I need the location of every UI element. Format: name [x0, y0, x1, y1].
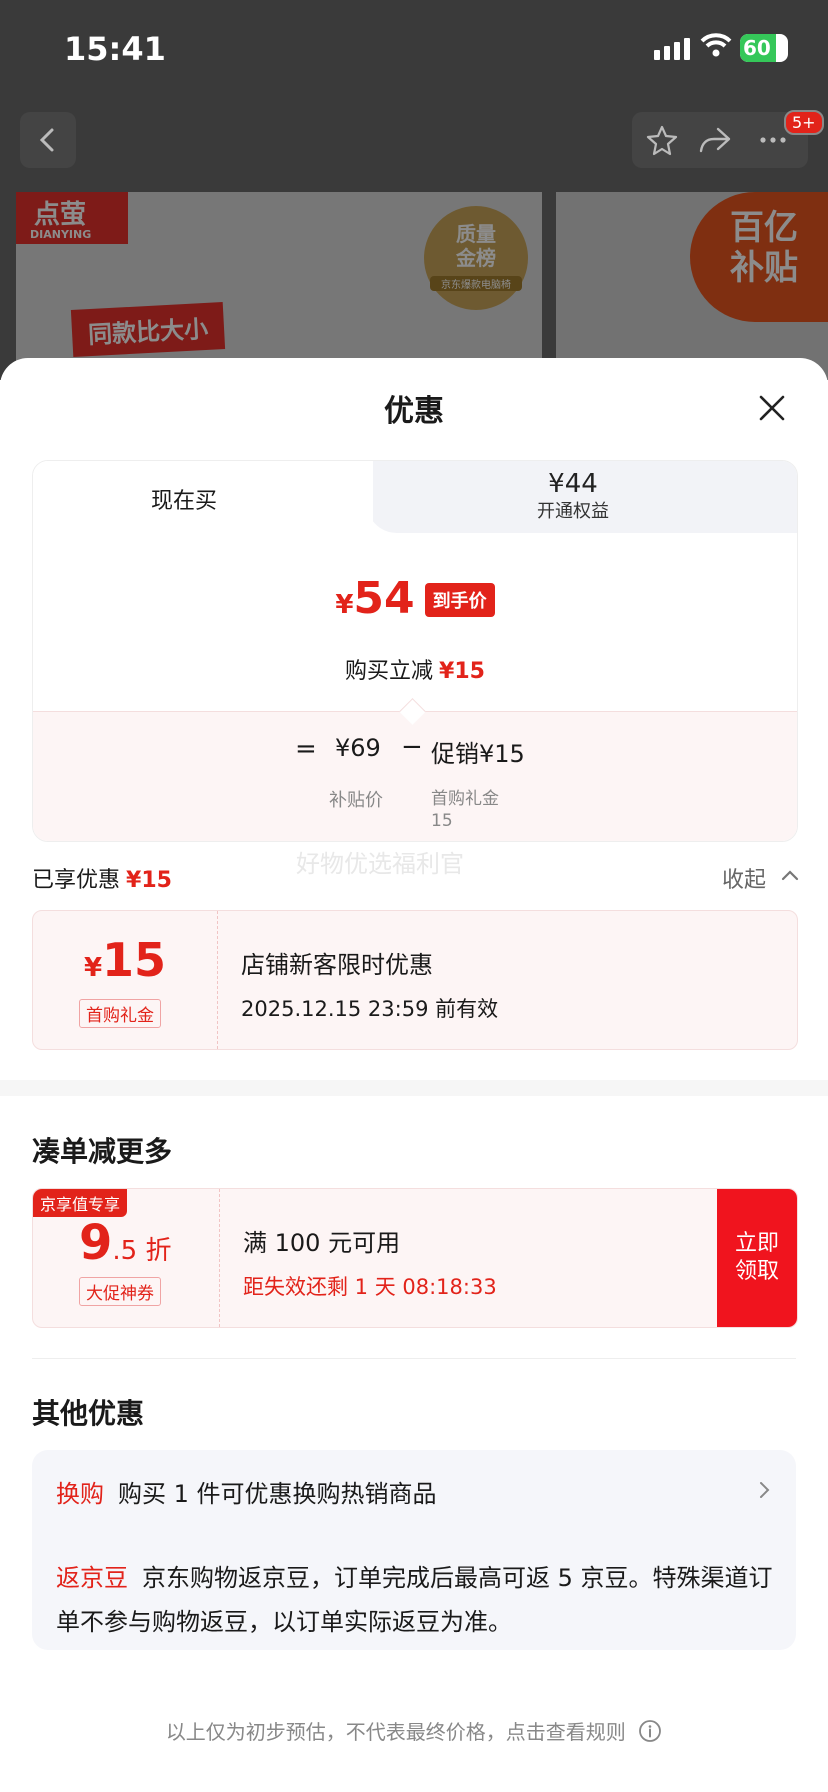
final-price-tag: 到手价 [424, 583, 495, 617]
back-button[interactable] [20, 112, 76, 168]
rules-footer[interactable]: 以上仅为初步预估，不代表最终价格，点击查看规则 [0, 1716, 828, 1745]
rules-footer-text: 以上仅为初步预估，不代表最终价格，点击查看规则 [165, 1720, 626, 1744]
sheet-title: 优惠 [384, 394, 444, 429]
tab-membership-price: ¥44 [548, 469, 598, 499]
chevron-up-icon [781, 870, 799, 881]
price-formula: = ¥69 − 促销¥15 补贴价 首购礼金 15 [33, 698, 797, 841]
instant-reduction-amount: ¥15 [439, 659, 485, 684]
section-divider [0, 1080, 828, 1096]
formula-promo: 促销¥15 [431, 740, 525, 768]
formula-minus: − [401, 732, 423, 762]
offer-coupon-condition: 满 100 元可用 [243, 1229, 401, 1257]
claim-button-line1: 立即 [734, 1231, 779, 1256]
info-icon [639, 1720, 662, 1742]
exchange-label: 换购 [56, 1480, 104, 1508]
battery-level: 60 [743, 36, 771, 60]
formula-promo-label: 首购礼金 15 [431, 788, 499, 832]
applied-coupon-name: 店铺新客限时优惠 [241, 951, 433, 979]
claim-button-line2: 领取 [734, 1259, 779, 1284]
tab-buy-now[interactable]: 现在买 [33, 461, 397, 533]
formula-base-price: ¥69 [335, 734, 381, 762]
share-icon[interactable] [698, 124, 732, 156]
applied-coupon-amount: ¥15 [33, 933, 217, 987]
claim-coupon-button[interactable]: 立即 领取 [717, 1189, 797, 1327]
battery-icon: 60 [740, 34, 788, 62]
bean-label: 返京豆 [56, 1564, 128, 1592]
price-breakdown-card: ¥44 开通权益 现在买 ¥ 54 到手价 购买立减 ¥15 = ¥69 − 促销… [32, 460, 798, 842]
enjoyed-discount: 已享优惠 ¥15 [32, 862, 172, 894]
close-icon[interactable] [756, 392, 788, 424]
applied-coupon: ¥15 首购礼金 店铺新客限时优惠 2025.12.15 23:59 前有效 [32, 910, 798, 1050]
offer-coupon-discount-small: .5 折 [112, 1236, 172, 1266]
tab-membership[interactable]: ¥44 开通权益 [349, 461, 797, 533]
star-icon[interactable] [646, 124, 678, 156]
status-bar: 15:41 60 [0, 0, 828, 100]
tab-buy-now-label: 现在买 [151, 489, 218, 514]
final-price-currency: ¥ [335, 590, 354, 620]
chevron-right-icon[interactable] [756, 1480, 772, 1500]
offer-coupon-type: 大促神券 [79, 1277, 161, 1306]
applied-coupon-value: 15 [102, 933, 167, 987]
chevron-left-icon [39, 128, 54, 152]
final-price-amount: 54 [353, 573, 415, 624]
divider-line [32, 1358, 796, 1359]
collapse-label: 收起 [722, 868, 767, 893]
formula-promo-label-1: 首购礼金 [431, 789, 499, 809]
applied-coupon-currency: ¥ [83, 953, 103, 983]
tab-membership-label: 开通权益 [537, 501, 609, 522]
formula-equals: = [295, 734, 317, 764]
applied-coupon-type: 首购礼金 [79, 999, 161, 1028]
offer-coupon-discount-big: 9 [79, 1215, 113, 1271]
enjoyed-label: 已享优惠 [32, 868, 121, 893]
status-time: 15:41 [64, 30, 166, 68]
enjoyed-amount: ¥15 [126, 868, 172, 893]
offer-coupon-tag: 京享值专享 [33, 1189, 128, 1217]
tab-curve [333, 461, 397, 533]
exchange-text: 购买 1 件可优惠换购热销商品 [118, 1480, 437, 1508]
wifi-icon [700, 33, 732, 57]
exchange-row[interactable]: 换购 购买 1 件可优惠换购热销商品 [56, 1474, 437, 1509]
discount-sheet: 优惠 ¥44 开通权益 现在买 ¥ 54 到手价 购买立减 ¥15 = ¥69 −… [0, 358, 828, 1792]
instant-reduction-label: 购买立减 [345, 659, 434, 684]
watermark: 好物优选福利官 [296, 850, 464, 878]
formula-promo-label-2: 15 [431, 811, 453, 831]
other-discounts-box: 换购 购买 1 件可优惠换购热销商品 返京豆 京东购物返京豆，订单完成后最高可返 5… [32, 1450, 796, 1650]
instant-reduction: 购买立减 ¥15 [33, 653, 797, 685]
cart-badge: 5+ [784, 110, 824, 135]
offer-coupon-countdown: 距失效还剩 1 天 08:18:33 [243, 1275, 497, 1299]
collapse-button[interactable]: 收起 [722, 862, 799, 894]
more-discounts-title: 凑单减更多 [32, 1135, 173, 1168]
nav-action-group [632, 112, 808, 168]
final-price: ¥ 54 到手价 [33, 573, 797, 624]
offer-coupon: 京享值专享 9.5 折 大促神券 满 100 元可用 距失效还剩 1 天 08:… [32, 1188, 798, 1328]
cell-signal-icon [654, 38, 690, 60]
bean-text: 京东购物返京豆，订单完成后最高可返 5 京豆。特殊渠道订单不参与购物返豆，以订单… [56, 1564, 773, 1636]
formula-base-label: 补贴价 [329, 790, 383, 811]
other-discounts-title: 其他优惠 [32, 1397, 145, 1430]
product-page-background: 点萤 DIANYING 同款比大小 质量 金榜 京东爆款电脑椅 百亿 补贴 15… [0, 0, 828, 380]
applied-coupon-validity: 2025.12.15 23:59 前有效 [241, 997, 499, 1021]
bean-row: 返京豆 京东购物返京豆，订单完成后最高可返 5 京豆。特殊渠道订单不参与购物返豆，… [56, 1556, 776, 1644]
offer-coupon-discount: 9.5 折 [79, 1215, 171, 1271]
